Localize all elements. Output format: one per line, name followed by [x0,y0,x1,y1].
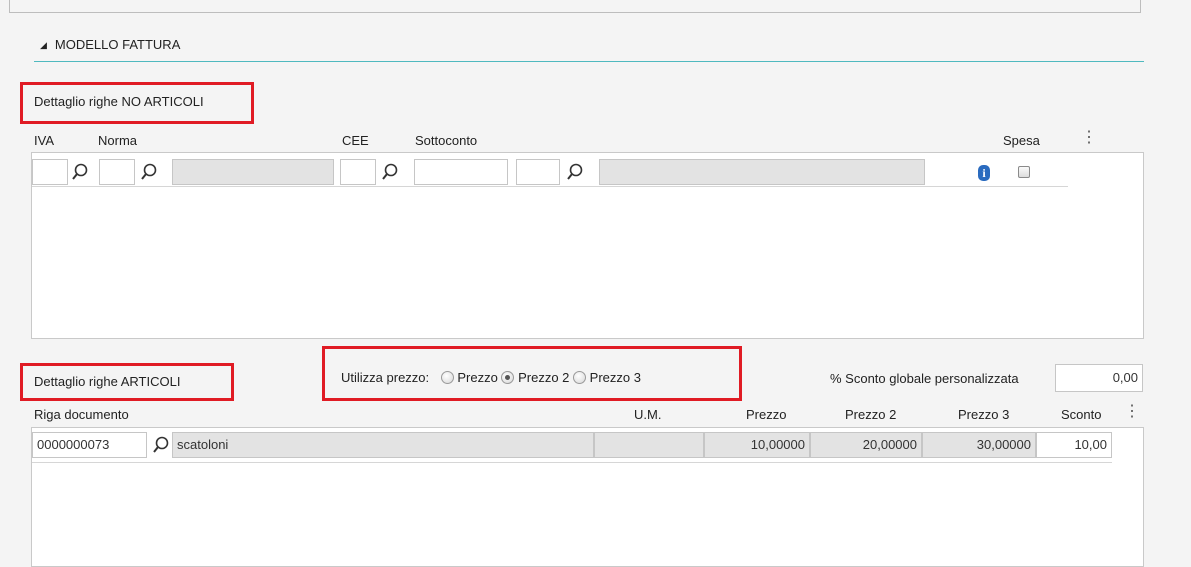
col-um: U.M. [634,407,662,422]
articolo-code-input[interactable]: 0000000073 [32,432,147,458]
radio-prezzo-3[interactable] [573,371,587,384]
prezzo-3-cell: 30,00000 [922,432,1036,458]
section-title: MODELLO FATTURA [54,37,181,52]
col-sottoconto: Sottoconto [415,133,478,148]
articoli-title: Dettaglio righe ARTICOLI [34,374,181,389]
sottoconto-input-a[interactable] [414,159,508,185]
sconto-input[interactable]: 10,00 [1036,432,1112,458]
cee-input[interactable] [340,159,376,185]
norma-input[interactable] [99,159,135,185]
prezzo-2-cell: 20,00000 [810,432,922,458]
section-header[interactable]: ◢ MODELLO FATTURA [40,37,180,52]
top-frame [9,0,1141,13]
radio-prezzo-label[interactable]: Prezzo [457,370,497,385]
radio-prezzo-3-label[interactable]: Prezzo 3 [590,370,641,385]
magnifier-icon[interactable] [140,163,158,181]
sottoconto-description [599,159,925,185]
sconto-globale-input[interactable]: 0,00 [1055,364,1143,392]
prezzo-cell: 10,00000 [704,432,810,458]
iva-input[interactable] [32,159,68,185]
info-icon[interactable]: i [978,165,990,181]
magnifier-icon[interactable] [566,163,584,181]
col-norma: Norma [98,133,138,148]
kebab-menu-icon[interactable]: ⋮ [1081,130,1097,146]
sottoconto-input-b[interactable] [516,159,560,185]
col-prezzo-3: Prezzo 3 [958,407,1010,422]
sconto-globale-label: % Sconto globale personalizzata [830,371,1019,386]
col-riga-documento: Riga documento [34,407,129,422]
radio-prezzo[interactable] [440,371,454,384]
col-spesa: Spesa [1003,133,1040,148]
norma-description [172,159,334,185]
radio-prezzo-2-label[interactable]: Prezzo 2 [518,370,569,385]
utilizza-prezzo-label: Utilizza prezzo: [341,370,430,385]
col-sconto: Sconto [1061,407,1102,422]
magnifier-icon[interactable] [71,163,89,181]
row-separator [32,186,1068,187]
col-prezzo: Prezzo [746,407,787,422]
section-divider [34,61,1144,62]
col-iva: IVA [34,133,54,148]
spesa-checkbox[interactable] [1018,166,1030,178]
collapse-triangle-icon[interactable]: ◢ [40,40,47,50]
magnifier-icon[interactable] [152,436,170,454]
col-prezzo-2: Prezzo 2 [845,407,897,422]
no-articoli-title: Dettaglio righe NO ARTICOLI [34,94,204,109]
um-cell [594,432,704,458]
prezzo-radio-group: Utilizza prezzo: Prezzo Prezzo 2 Prezzo … [341,370,641,385]
radio-prezzo-2[interactable] [501,371,515,384]
articolo-description: scatoloni [172,432,594,458]
kebab-menu-icon[interactable]: ⋮ [1124,404,1140,420]
magnifier-icon[interactable] [381,163,399,181]
col-cee: CEE [342,133,369,148]
row-separator [32,462,1112,463]
